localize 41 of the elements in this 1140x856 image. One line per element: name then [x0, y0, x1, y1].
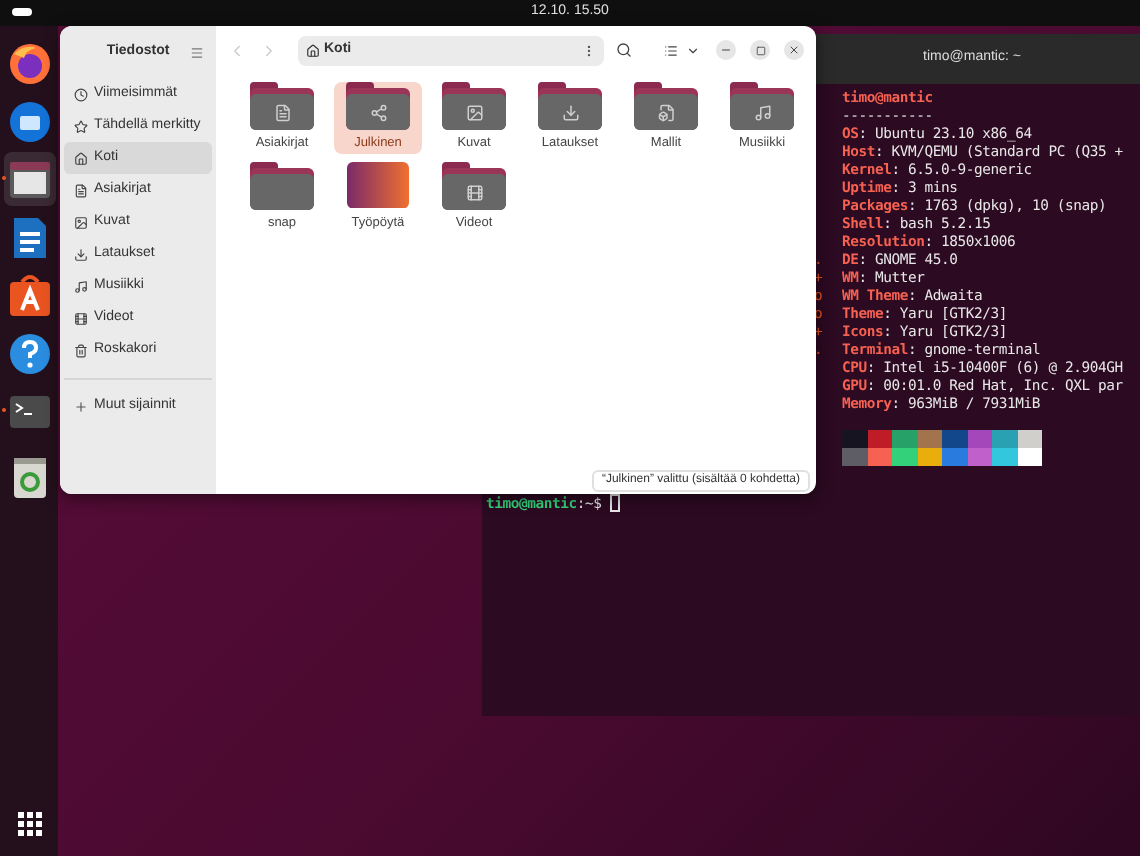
caret-icon[interactable]	[686, 43, 700, 57]
app-grid-icon[interactable]	[17, 812, 41, 836]
folder-icon	[538, 82, 602, 129]
close-button[interactable]	[784, 40, 804, 60]
view-list-icon[interactable]	[664, 43, 678, 57]
sidebar-item-icon	[74, 119, 88, 133]
folder-icon	[346, 82, 410, 129]
folder-icon	[730, 82, 794, 129]
minimize-icon	[720, 44, 732, 56]
browser-icon[interactable]	[7, 41, 51, 85]
sidebar-item-icon	[74, 87, 88, 101]
sidebar-item-icon	[74, 183, 88, 197]
activities-indicator[interactable]	[12, 8, 32, 16]
folder-icon	[250, 82, 314, 129]
sidebar-item-icon	[74, 215, 88, 229]
folder-icon	[634, 82, 698, 129]
sidebar-item-icon	[74, 151, 88, 165]
folder-icon	[442, 162, 506, 209]
plus-icon	[74, 399, 88, 413]
sidebar-item-icon	[74, 311, 88, 325]
close-icon	[788, 44, 800, 56]
sidebar-item-icon	[74, 343, 88, 357]
folder-icon	[250, 162, 314, 209]
search-icon[interactable]	[616, 42, 632, 58]
home-icon	[306, 43, 320, 57]
help-icon[interactable]	[7, 331, 51, 375]
trash-icon[interactable]	[13, 457, 45, 497]
file-manager-icon[interactable]	[7, 159, 51, 199]
terminal-icon[interactable]	[9, 395, 49, 427]
document-app-icon[interactable]	[11, 215, 47, 259]
maximize-icon	[755, 45, 765, 55]
sidebar-item-icon	[74, 279, 88, 293]
desktop-folder-icon	[346, 162, 410, 209]
sidebar-item-icon	[74, 247, 88, 261]
maximize-button[interactable]	[750, 40, 770, 60]
minimize-button[interactable]	[716, 40, 736, 60]
mail-app-icon[interactable]	[7, 99, 51, 143]
folder-icon	[442, 82, 506, 129]
menu-icon[interactable]	[190, 46, 204, 60]
more-icon[interactable]	[582, 43, 596, 57]
app-store-icon[interactable]	[7, 273, 51, 317]
